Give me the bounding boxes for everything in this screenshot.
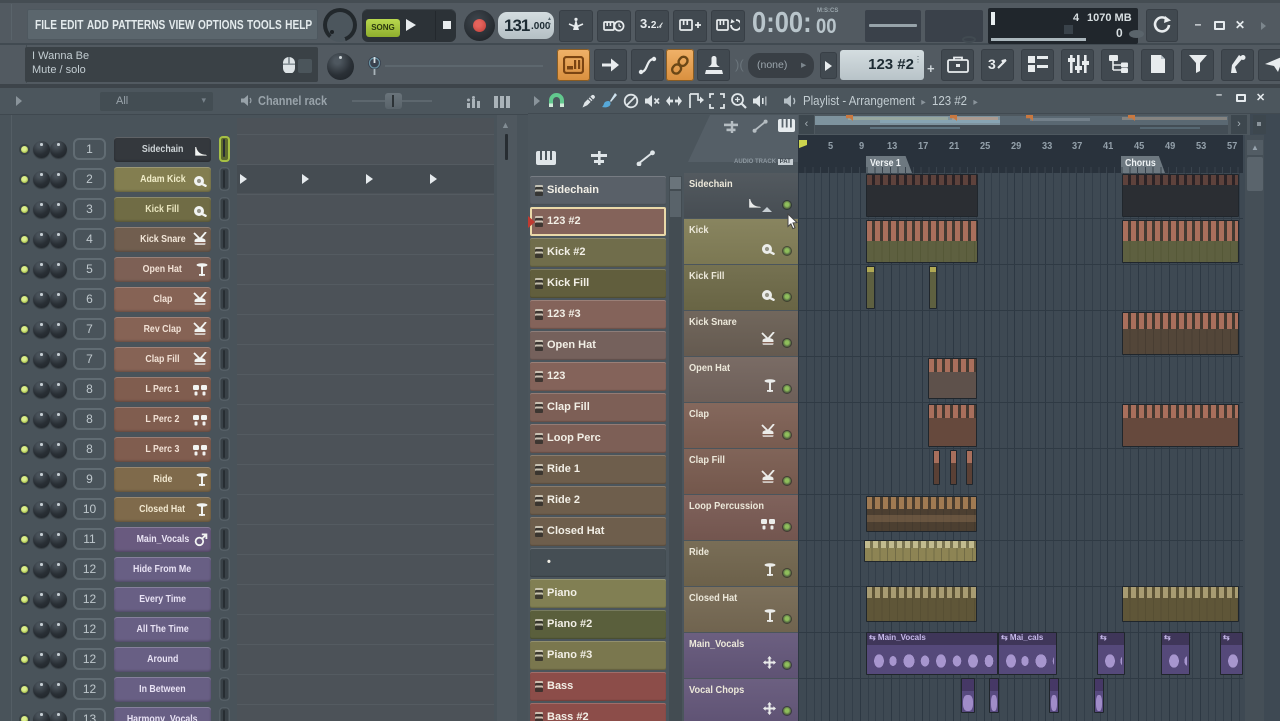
svg-text:3: 3 bbox=[988, 56, 996, 72]
